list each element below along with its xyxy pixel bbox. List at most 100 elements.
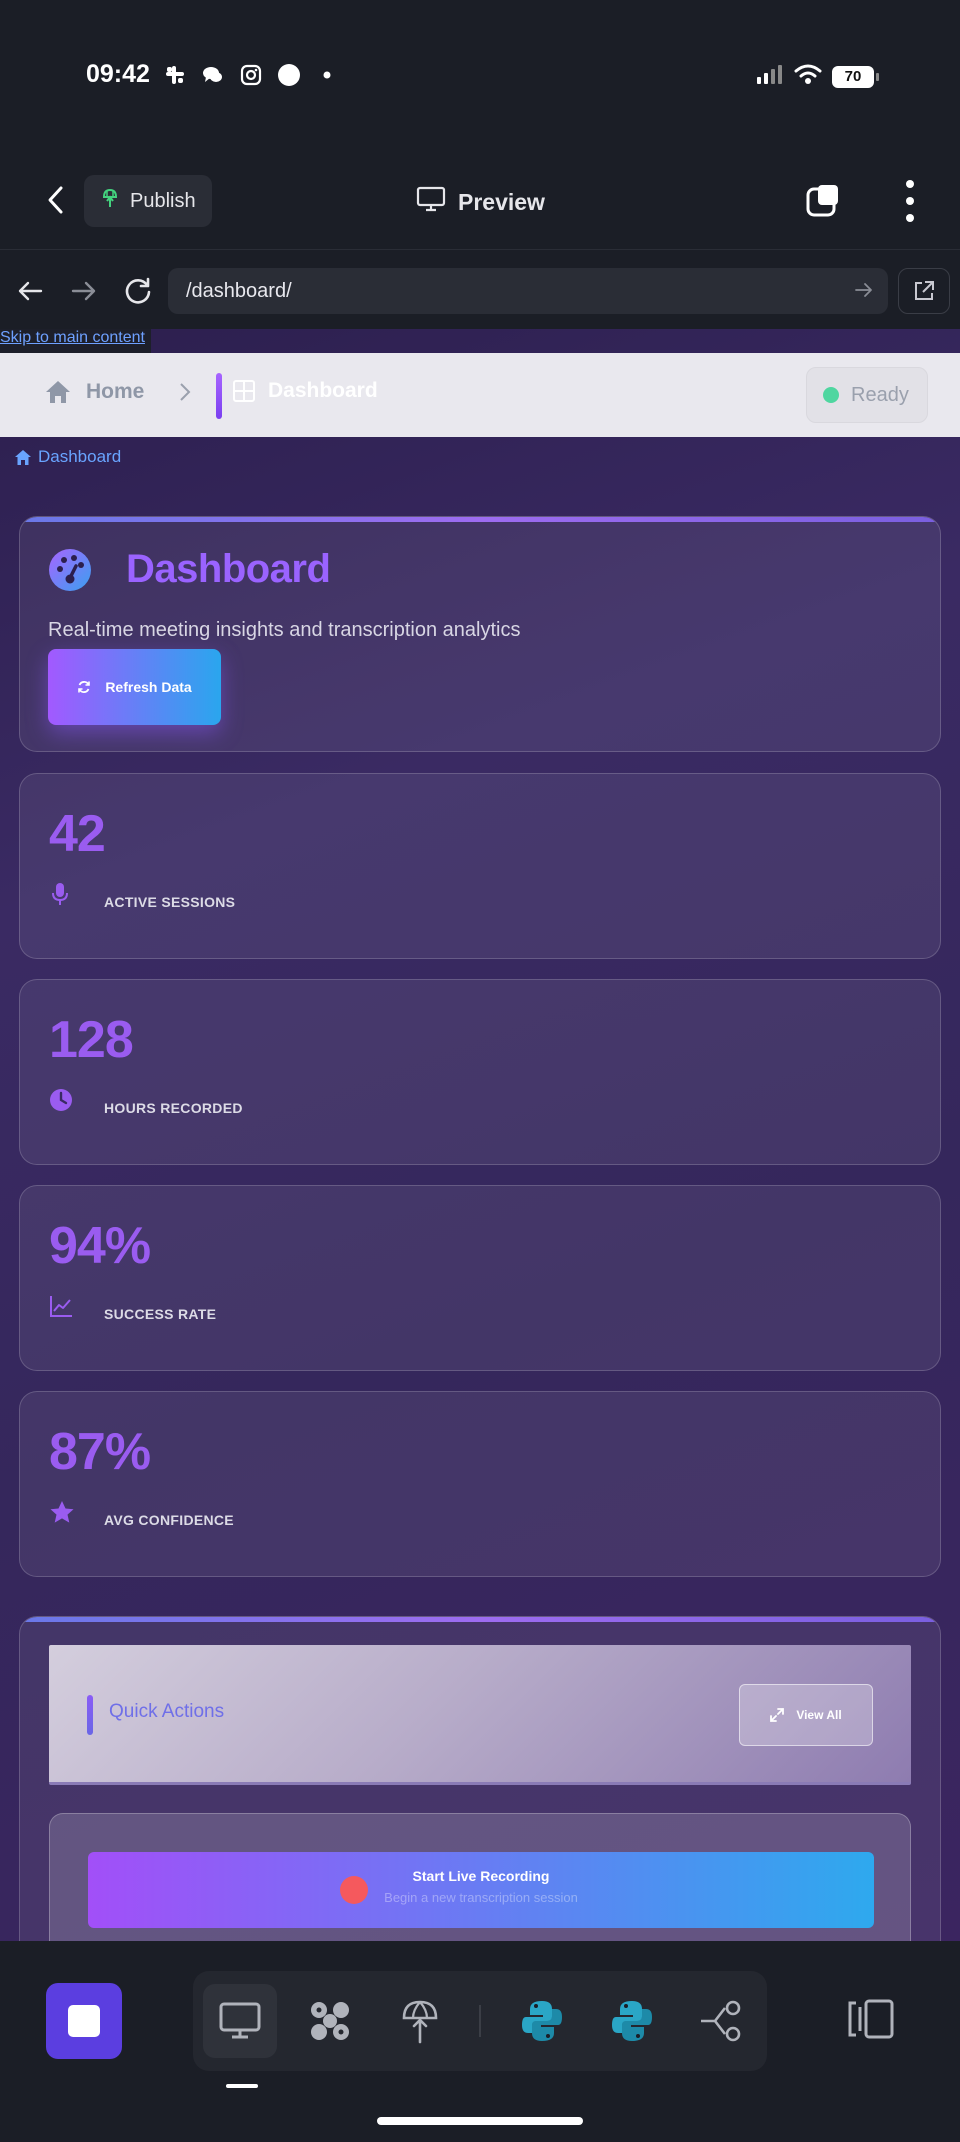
top-navigation: Home Dashboard Ready <box>0 353 960 437</box>
external-link-icon <box>915 281 934 300</box>
status-badge: Ready <box>806 367 928 423</box>
chart-line-icon <box>49 1294 72 1318</box>
arrow-left-icon <box>18 281 43 301</box>
arrow-right-icon <box>71 281 96 301</box>
notification-icons <box>163 63 339 87</box>
slack-icon <box>163 63 187 87</box>
browser-back-button[interactable] <box>10 271 50 311</box>
home-indicator[interactable] <box>377 2117 583 2125</box>
stat-card-active-sessions: 42 ACTIVE SESSIONS <box>19 773 941 959</box>
gauge-palette-icon <box>49 548 91 591</box>
record-subtitle: Begin a new transcription session <box>384 1890 578 1905</box>
dashboard-subtitle: Real-time meeting insights and transcrip… <box>48 619 521 641</box>
parachute-upload-icon <box>402 2000 438 2044</box>
star-icon <box>49 1500 74 1524</box>
browser-forward-button[interactable] <box>64 271 104 311</box>
publish-button[interactable]: Publish <box>84 175 212 227</box>
active-tool-indicator <box>226 2084 258 2088</box>
back-button[interactable] <box>36 180 76 220</box>
status-time: 09:42 <box>86 60 150 88</box>
skip-to-main-link[interactable]: Skip to main content <box>0 329 151 353</box>
view-all-label: View All <box>796 1708 842 1722</box>
publish-cloud-icon <box>100 187 120 215</box>
wifi-icon <box>794 63 822 90</box>
more-dot-icon <box>906 180 914 188</box>
circle-app-icon <box>277 63 301 87</box>
stat-value: 94% <box>49 1217 151 1275</box>
python-icon <box>612 2001 652 2041</box>
home-icon <box>46 381 70 403</box>
tool-group <box>193 1971 767 2071</box>
refresh-data-button[interactable]: Refresh Data <box>48 649 221 725</box>
more-notifications-dot-icon <box>315 63 339 87</box>
stat-card-success-rate: 94% SUCCESS RATE <box>19 1185 941 1371</box>
breadcrumb-label: Dashboard <box>38 447 122 466</box>
panel-toggle-button[interactable] <box>848 1997 896 2041</box>
chevron-left-icon <box>48 186 63 214</box>
chat-bubbles-icon <box>201 63 225 87</box>
go-arrow-icon[interactable] <box>854 280 874 306</box>
stat-label: AVG CONFIDENCE <box>104 1512 234 1528</box>
tabs-icon <box>806 185 838 217</box>
dashboard-header-card: Dashboard Real-time meeting insights and… <box>19 516 941 752</box>
nav-dashboard-link[interactable]: Dashboard <box>232 379 378 403</box>
stop-icon <box>68 2005 100 2037</box>
expand-icon <box>770 1708 785 1722</box>
stat-value: 87% <box>49 1423 151 1481</box>
stat-value: 128 <box>49 1011 134 1069</box>
breadcrumb[interactable]: Dashboard <box>14 447 121 467</box>
section-accent-bar <box>87 1695 93 1735</box>
start-live-recording-button[interactable]: Start Live Recording Begin a new transcr… <box>88 1852 874 1928</box>
publish-label: Publish <box>130 189 196 212</box>
python-tool-1[interactable] <box>505 1984 579 2058</box>
microphone-icon <box>49 882 71 906</box>
status-dot <box>823 387 839 403</box>
desktop-view-tool[interactable] <box>203 1984 277 2058</box>
app-bar: Publish Preview <box>0 150 960 250</box>
status-bar: 09:42 70 <box>0 0 960 150</box>
url-input[interactable]: /dashboard/ <box>168 268 888 314</box>
tabs-button[interactable] <box>806 183 842 219</box>
side-panel-icon <box>848 1999 894 2039</box>
workflow-tool[interactable] <box>685 1984 759 2058</box>
refresh-data-label: Refresh Data <box>105 679 192 695</box>
quick-actions-header: Quick Actions View All <box>49 1645 911 1785</box>
open-external-button[interactable] <box>898 268 950 314</box>
nav-home-link[interactable]: Home <box>44 379 144 405</box>
stat-card-hours-recorded: 128 HOURS RECORDED <box>19 979 941 1165</box>
stat-label: ACTIVE SESSIONS <box>104 894 236 910</box>
bottom-toolbar <box>0 1941 960 2142</box>
python-tool-2[interactable] <box>595 1984 669 2058</box>
more-dot-icon <box>906 197 914 205</box>
monitor-icon <box>219 2002 261 2039</box>
quick-actions-title: Quick Actions <box>109 1701 225 1722</box>
deploy-tool[interactable] <box>383 1984 457 2058</box>
nav-home-label: Home <box>86 380 145 403</box>
more-menu-button[interactable] <box>898 180 922 222</box>
url-bar: /dashboard/ <box>0 251 960 329</box>
url-text: /dashboard/ <box>186 279 292 302</box>
python-icon <box>522 2001 562 2041</box>
dashboard-title: Dashboard <box>126 547 331 591</box>
view-all-button[interactable]: View All <box>739 1684 873 1746</box>
quick-actions-card: Quick Actions View All Start Live Record… <box>19 1616 941 1941</box>
active-indicator <box>216 373 222 419</box>
stop-button[interactable] <box>46 1983 122 2059</box>
grid-icon <box>233 380 255 402</box>
stat-label: SUCCESS RATE <box>104 1306 217 1322</box>
instagram-icon <box>239 63 263 87</box>
chevron-right-icon <box>178 381 192 409</box>
quick-actions-body: Start Live Recording Begin a new transcr… <box>49 1813 911 1941</box>
stat-label: HOURS RECORDED <box>104 1100 243 1116</box>
nav-dashboard-label: Dashboard <box>268 379 378 402</box>
reload-button[interactable] <box>118 271 158 311</box>
stat-card-avg-confidence: 87% AVG CONFIDENCE <box>19 1391 941 1577</box>
signal-icon <box>756 63 784 90</box>
reload-icon <box>125 277 151 304</box>
more-dot-icon <box>906 214 914 222</box>
preview-toggle[interactable]: Preview <box>416 186 545 218</box>
home-icon <box>15 449 31 465</box>
toolbar-divider <box>479 2005 481 2037</box>
ai-assistant-tool[interactable] <box>293 1984 367 2058</box>
stat-value: 42 <box>49 805 106 863</box>
